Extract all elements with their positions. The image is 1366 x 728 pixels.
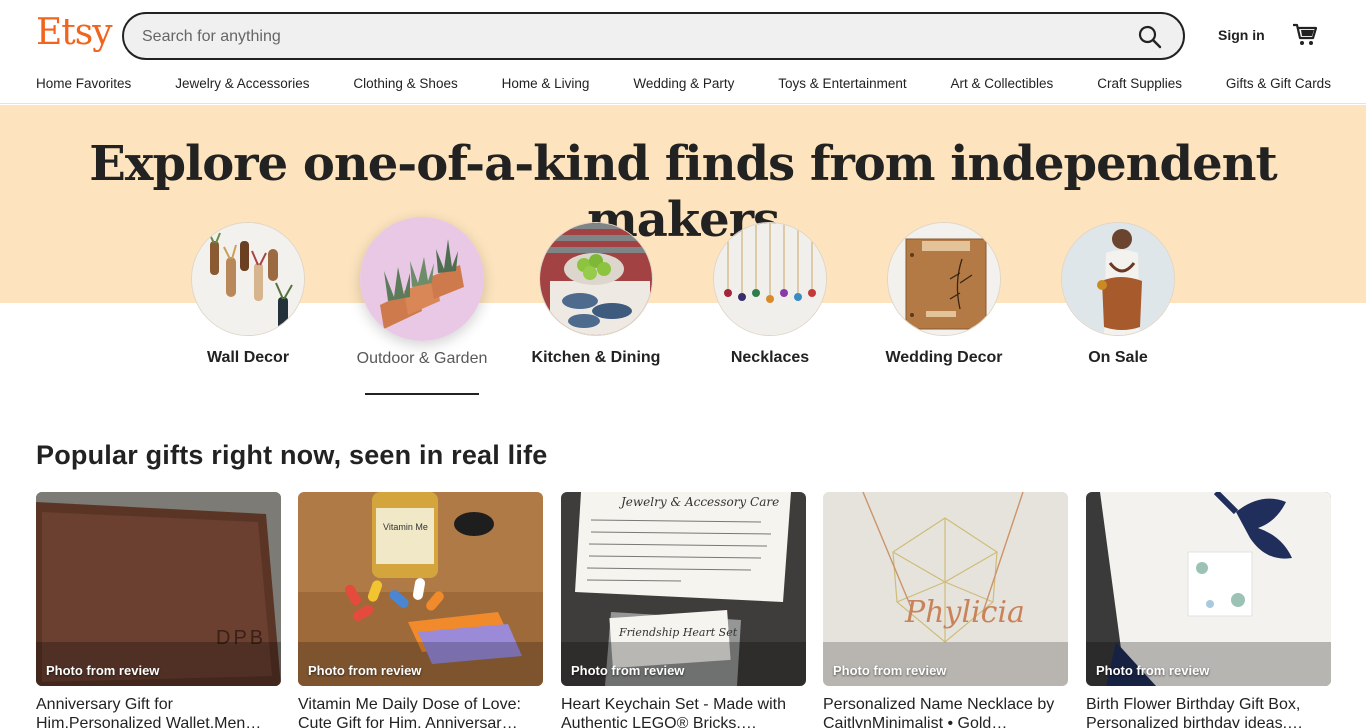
product-card[interactable]: Vitamin Me Photo from review Vitamin Me … bbox=[298, 492, 543, 728]
category-kitchen-dining[interactable]: Kitchen & Dining bbox=[526, 222, 666, 368]
product-image: DPB Photo from review bbox=[36, 492, 281, 686]
search-bar bbox=[122, 12, 1185, 60]
site-header: Etsy Sign in Home Favorites Jewelry & Ac… bbox=[0, 0, 1366, 104]
category-nav: Home Favorites Jewelry & Accessories Clo… bbox=[36, 76, 1331, 96]
nav-home-favorites[interactable]: Home Favorites bbox=[36, 76, 131, 96]
nav-wedding-party[interactable]: Wedding & Party bbox=[633, 76, 734, 96]
product-image: Jewelry & Accessory Care Friendship Hear… bbox=[561, 492, 806, 686]
category-label: Outdoor & Garden bbox=[356, 350, 488, 367]
category-necklaces[interactable]: Necklaces bbox=[700, 222, 840, 368]
svg-text:Friendship Heart Set: Friendship Heart Set bbox=[618, 626, 738, 639]
category-label: Wall Decor bbox=[206, 349, 290, 366]
nav-gifts-gift-cards[interactable]: Gifts & Gift Cards bbox=[1226, 76, 1331, 96]
on-sale-image bbox=[1061, 222, 1175, 336]
svg-text:Vitamin Me: Vitamin Me bbox=[383, 522, 428, 532]
search-input[interactable] bbox=[142, 25, 1122, 49]
active-category-underline bbox=[365, 393, 479, 395]
nav-craft-supplies[interactable]: Craft Supplies bbox=[1097, 76, 1182, 96]
category-wall-decor[interactable]: Wall Decor bbox=[178, 222, 318, 368]
photo-from-review-badge: Photo from review bbox=[46, 663, 160, 678]
product-title: Heart Keychain Set - Made with Authentic… bbox=[561, 696, 786, 728]
search-icon[interactable] bbox=[1137, 24, 1163, 50]
nav-art-collectibles[interactable]: Art & Collectibles bbox=[951, 76, 1054, 96]
photo-from-review-badge: Photo from review bbox=[1096, 663, 1210, 678]
svg-text:Jewelry & Accessory Care: Jewelry & Accessory Care bbox=[618, 495, 779, 509]
photo-from-review-badge: Photo from review bbox=[308, 663, 422, 678]
nav-toys-entertainment[interactable]: Toys & Entertainment bbox=[778, 76, 906, 96]
category-outdoor-garden[interactable]: Outdoor & Garden bbox=[352, 217, 492, 369]
product-card[interactable]: Phylicia Photo from review Personalized … bbox=[823, 492, 1068, 728]
popular-section-title: Popular gifts right now, seen in real li… bbox=[36, 440, 548, 470]
wedding-decor-image bbox=[887, 222, 1001, 336]
category-label: Kitchen & Dining bbox=[531, 349, 661, 366]
category-wedding-decor[interactable]: Wedding Decor bbox=[874, 222, 1014, 368]
kitchen-dining-image bbox=[539, 222, 653, 336]
product-image: Photo from review bbox=[1086, 492, 1331, 686]
cart-icon[interactable] bbox=[1292, 22, 1318, 48]
product-card[interactable]: DPB Photo from review Anniversary Gift f… bbox=[36, 492, 281, 728]
svg-text:Phylicia: Phylicia bbox=[904, 595, 1025, 630]
product-card[interactable]: Photo from review Birth Flower Birthday … bbox=[1086, 492, 1331, 728]
nav-jewelry-accessories[interactable]: Jewelry & Accessories bbox=[175, 76, 309, 96]
product-image: Vitamin Me Photo from review bbox=[298, 492, 543, 686]
sign-in-link[interactable]: Sign in bbox=[1218, 27, 1265, 43]
product-image: Phylicia Photo from review bbox=[823, 492, 1068, 686]
photo-from-review-badge: Photo from review bbox=[571, 663, 685, 678]
product-title: Birth Flower Birthday Gift Box, Personal… bbox=[1086, 696, 1304, 728]
category-label: Wedding Decor bbox=[885, 349, 1003, 366]
nav-home-living[interactable]: Home & Living bbox=[502, 76, 590, 96]
product-title: Vitamin Me Daily Dose of Love: Cute Gift… bbox=[298, 696, 521, 728]
product-title: Anniversary Gift for Him,Personalized Wa… bbox=[36, 696, 262, 728]
product-title: Personalized Name Necklace by CaitlynMin… bbox=[823, 696, 1055, 728]
nav-clothing-shoes[interactable]: Clothing & Shoes bbox=[353, 76, 457, 96]
category-label: On Sale bbox=[1088, 349, 1148, 366]
wall-decor-image bbox=[191, 222, 305, 336]
category-on-sale[interactable]: On Sale bbox=[1048, 222, 1188, 368]
photo-from-review-badge: Photo from review bbox=[833, 663, 947, 678]
outdoor-garden-image bbox=[360, 217, 484, 341]
product-card[interactable]: Jewelry & Accessory Care Friendship Hear… bbox=[561, 492, 806, 728]
necklaces-image bbox=[713, 222, 827, 336]
category-label: Necklaces bbox=[730, 349, 810, 366]
etsy-logo[interactable]: Etsy bbox=[36, 12, 113, 53]
